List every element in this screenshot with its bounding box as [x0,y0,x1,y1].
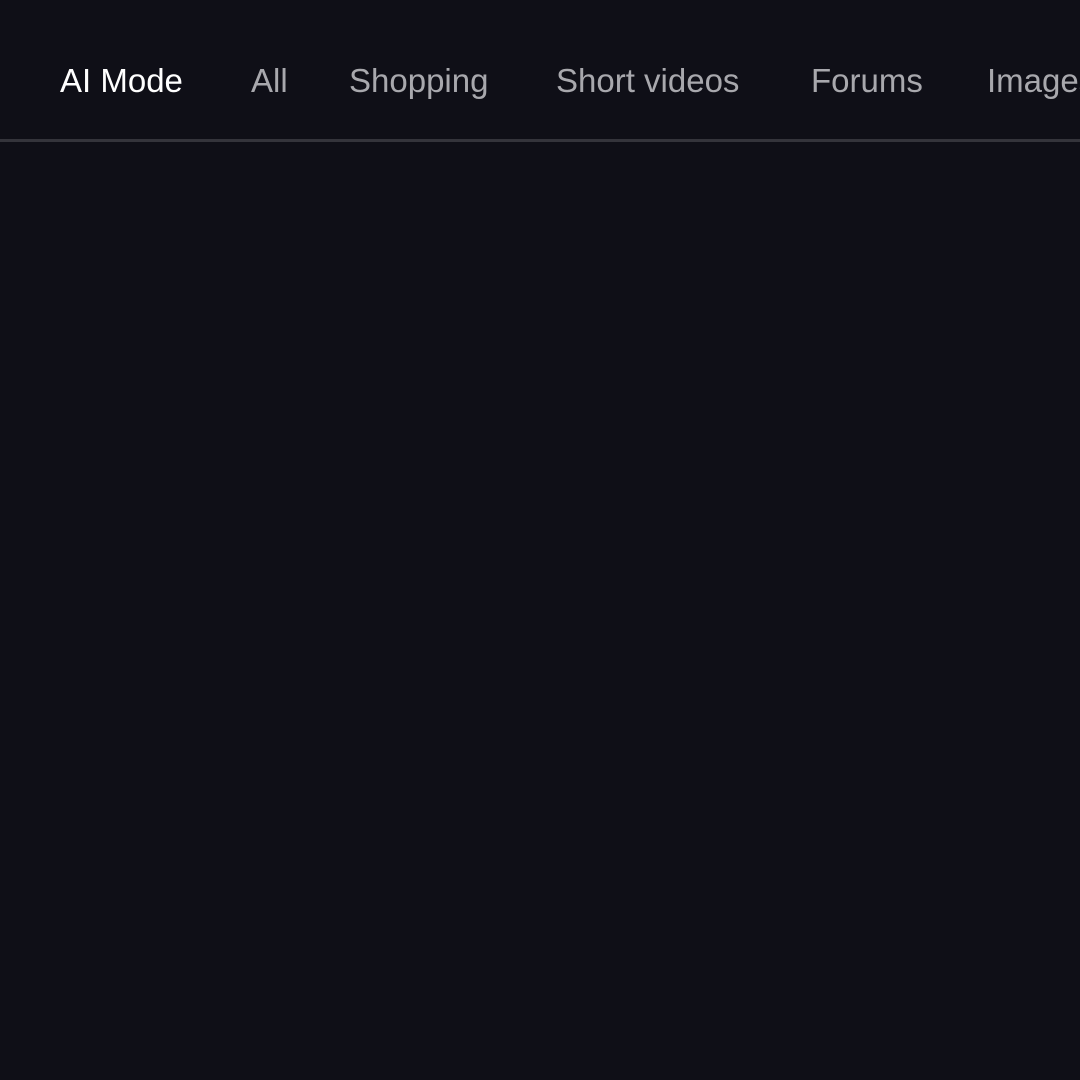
search-results-page: AI Mode All Shopping Short videos Forums… [0,0,1080,1080]
main-content-area [0,142,1080,1080]
tab-forums[interactable]: Forums [811,55,923,107]
tab-ai-mode[interactable]: AI Mode [60,55,183,107]
search-mode-tab-bar[interactable]: AI Mode All Shopping Short videos Forums… [0,0,1080,142]
tab-all[interactable]: All [251,55,288,107]
tab-shopping[interactable]: Shopping [349,55,488,107]
tab-images[interactable]: Images [987,55,1080,107]
tab-short-videos[interactable]: Short videos [556,55,739,107]
